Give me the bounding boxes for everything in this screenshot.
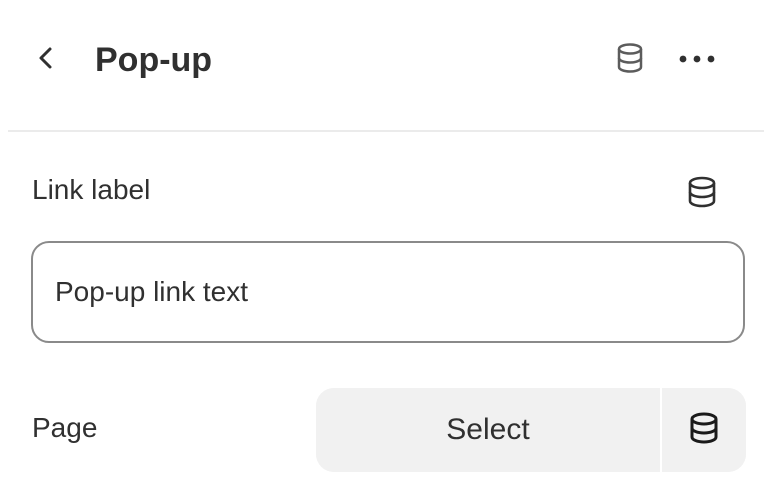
database-icon	[686, 175, 718, 214]
link-label-input-value: Pop-up link text	[55, 276, 248, 307]
page-title: Pop-up	[95, 41, 213, 79]
page-heading: Page	[32, 412, 98, 443]
database-icon	[687, 410, 721, 451]
link-label-database-button[interactable]	[682, 174, 722, 214]
more-horizontal-icon	[677, 51, 717, 69]
link-label-input[interactable]: Pop-up link text	[31, 241, 745, 343]
link-label-heading: Link label	[32, 174, 151, 205]
popup-settings-panel: Pop-up Link label Pop-up link text Page …	[0, 0, 766, 500]
more-options-button[interactable]	[674, 42, 720, 78]
database-icon	[615, 42, 645, 79]
header-divider	[8, 130, 764, 132]
page-select-button[interactable]: Select	[316, 388, 660, 472]
back-button[interactable]	[28, 42, 64, 78]
page-select-label: Select	[446, 413, 530, 446]
chevron-left-icon	[35, 45, 57, 76]
header-database-button[interactable]	[612, 42, 648, 78]
page-database-button[interactable]	[662, 388, 746, 472]
page-select-group: Select	[316, 388, 746, 472]
panel-header: Pop-up	[0, 0, 766, 130]
